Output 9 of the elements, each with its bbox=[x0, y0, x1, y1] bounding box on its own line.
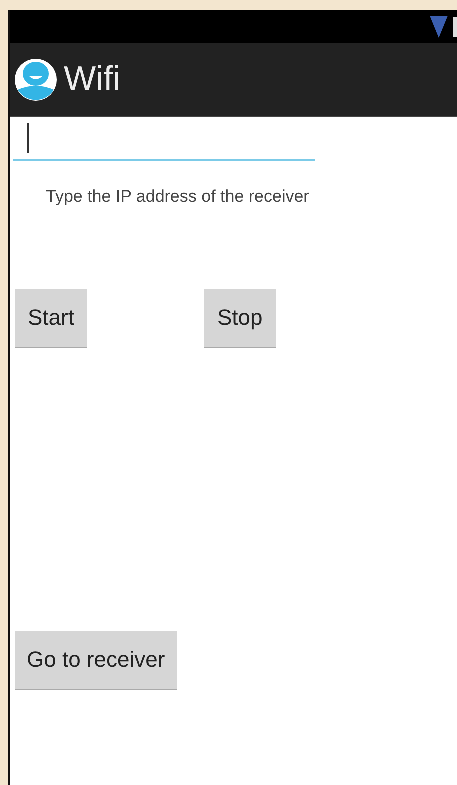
wifi-icon bbox=[430, 16, 448, 38]
hint-text: Type the IP address of the receiver bbox=[46, 187, 310, 207]
stop-button[interactable]: Stop bbox=[204, 289, 276, 348]
start-button[interactable]: Start bbox=[15, 289, 88, 348]
app-title: Wifi bbox=[64, 60, 121, 99]
go-to-receiver-button[interactable]: Go to receiver bbox=[15, 631, 178, 690]
battery-icon bbox=[453, 16, 457, 36]
app-logo-icon bbox=[14, 58, 58, 102]
text-cursor bbox=[27, 123, 29, 153]
